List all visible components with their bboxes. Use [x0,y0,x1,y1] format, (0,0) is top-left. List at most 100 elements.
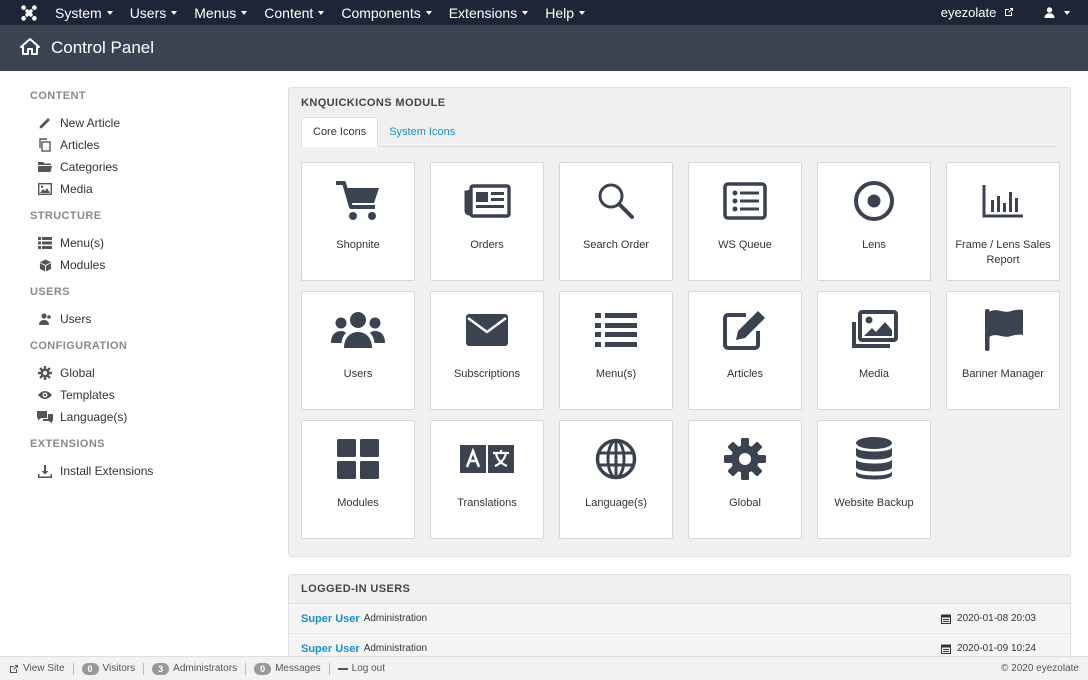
quickicon-label: Lens [862,239,886,251]
caret-down-icon [579,10,585,15]
quickicon-subscriptions[interactable]: Subscriptions [430,291,544,410]
quickicon-ws-queue[interactable]: WS Queue [688,162,802,281]
quickicon-translations[interactable]: Translations [430,420,544,539]
tab-core-icons[interactable]: Core Icons [301,117,379,147]
sidebar: CONTENT New Article Articles Categories … [30,90,270,482]
quickicon-label: Global [729,497,761,509]
sidebar-item-menus[interactable]: Menu(s) [37,232,270,254]
messages-label: Messages [275,663,321,674]
quickicon-label: Frame / Lens Sales Report [955,239,1051,266]
user-menu[interactable] [1044,7,1070,18]
user-name-link[interactable]: Super User [301,613,360,625]
visitors-status: 0 Visitors [81,662,135,675]
menu-users[interactable]: Users [130,0,178,25]
quickicon-global[interactable]: Global [688,420,802,539]
quickicon-website-backup[interactable]: Website Backup [817,420,931,539]
quickicon-media[interactable]: Media [817,291,931,410]
menu-help[interactable]: Help [545,0,585,25]
tab-system-icons[interactable]: System Icons [378,117,466,147]
external-link-icon [1005,8,1013,16]
menu-system[interactable]: System [55,0,113,25]
user-area: Administration [363,643,428,654]
calendar-icon [941,644,952,654]
caret-down-icon [106,10,113,15]
caret-down-icon [425,10,432,15]
grid-icon [337,439,379,479]
sidebar-item-modules[interactable]: Modules [37,254,270,276]
module-title: KNQUICKICONS MODULE [301,97,446,109]
sidebar-item-global[interactable]: Global [37,362,270,384]
menu-extensions[interactable]: Extensions [449,0,529,25]
quickicon-lens[interactable]: Lens [817,162,931,281]
gear-icon [37,366,53,380]
gear-icon [724,438,766,480]
menu-content[interactable]: Content [264,0,325,25]
quickicon-label: Media [859,368,889,380]
user-icon [1044,7,1055,18]
cube-icon [37,258,53,272]
calendar-icon [941,614,952,624]
quickicon-modules[interactable]: Modules [301,420,415,539]
sidebar-item-templates[interactable]: Templates [37,384,270,406]
site-name-link[interactable]: eyezolate [941,5,1014,20]
sidebar-item-new-article[interactable]: New Article [37,112,270,134]
quickicon-articles[interactable]: Articles [688,291,802,410]
main-menu: System Users Menus Content Components Ex… [55,0,602,25]
user-name-link[interactable]: Super User [301,643,360,655]
logout-link[interactable]: Log out [337,663,386,674]
sidebar-heading-content: CONTENT [30,90,86,102]
folder-icon [37,160,53,174]
quickicon-users[interactable]: Users [301,291,415,410]
quickicon-search-order[interactable]: Search Order [559,162,673,281]
sidebar-item-label: Modules [60,258,106,272]
sidebar-item-install-extensions[interactable]: Install Extensions [37,460,270,482]
messages-link[interactable]: 0 Messages [254,662,321,675]
users-icon [331,312,385,348]
external-link-icon [10,664,18,673]
quickicon-banner-manager[interactable]: Banner Manager [946,291,1060,410]
caret-down-icon [318,10,325,15]
list-icon [37,236,53,250]
quickicon-shopnite[interactable]: Shopnite [301,162,415,281]
sidebar-item-label: Menu(s) [60,236,105,250]
caret-down-icon [522,10,529,15]
eye-icon [37,388,53,402]
administrators-badge: 3 [152,662,170,675]
joomla-logo-icon[interactable] [20,4,38,22]
sidebar-item-label: Install Extensions [60,464,154,478]
quickicon-languages[interactable]: Language(s) [559,420,673,539]
caret-down-icon [241,10,248,15]
quickicon-label: Users [343,368,373,380]
view-site-link[interactable]: View Site [9,663,65,674]
quickicon-menus[interactable]: Menu(s) [559,291,673,410]
login-date-text: 2020-01-09 10:24 [957,643,1036,654]
sidebar-item-articles[interactable]: Articles [37,134,270,156]
sidebar-item-label: Global [60,366,95,380]
quickicon-label: Menu(s) [595,368,637,380]
view-site-label: View Site [23,663,65,674]
quickicon-label: Search Order [582,239,650,251]
menu-label: Users [129,4,167,21]
sidebar-item-languages[interactable]: Language(s) [37,406,270,428]
logged-in-users-module: LOGGED-IN USERS Super User Administratio… [288,574,1071,664]
sidebar-item-label: New Article [60,116,121,130]
messages-badge: 0 [254,662,272,675]
flag-icon [985,309,1023,351]
quickicon-label: Website Backup [834,497,914,509]
download-icon [37,464,53,478]
menu-components[interactable]: Components [341,0,432,25]
menu-menus[interactable]: Menus [194,0,248,25]
sidebar-item-users[interactable]: Users [37,308,270,330]
sidebar-item-media[interactable]: Media [37,178,270,200]
quickicon-frame-lens-sales-report[interactable]: Frame / Lens Sales Report [946,162,1060,281]
comments-icon [37,410,53,424]
administrators-label: Administrators [173,663,238,674]
users-icon [37,312,53,326]
menu-label: Content [264,4,314,21]
quickicon-orders[interactable]: Orders [430,162,544,281]
logout-label: Log out [351,663,386,674]
menu-label: Components [341,4,421,21]
quickicon-label: Articles [726,368,764,380]
sidebar-item-categories[interactable]: Categories [37,156,270,178]
sidebar-heading-configuration: CONFIGURATION [30,340,128,352]
